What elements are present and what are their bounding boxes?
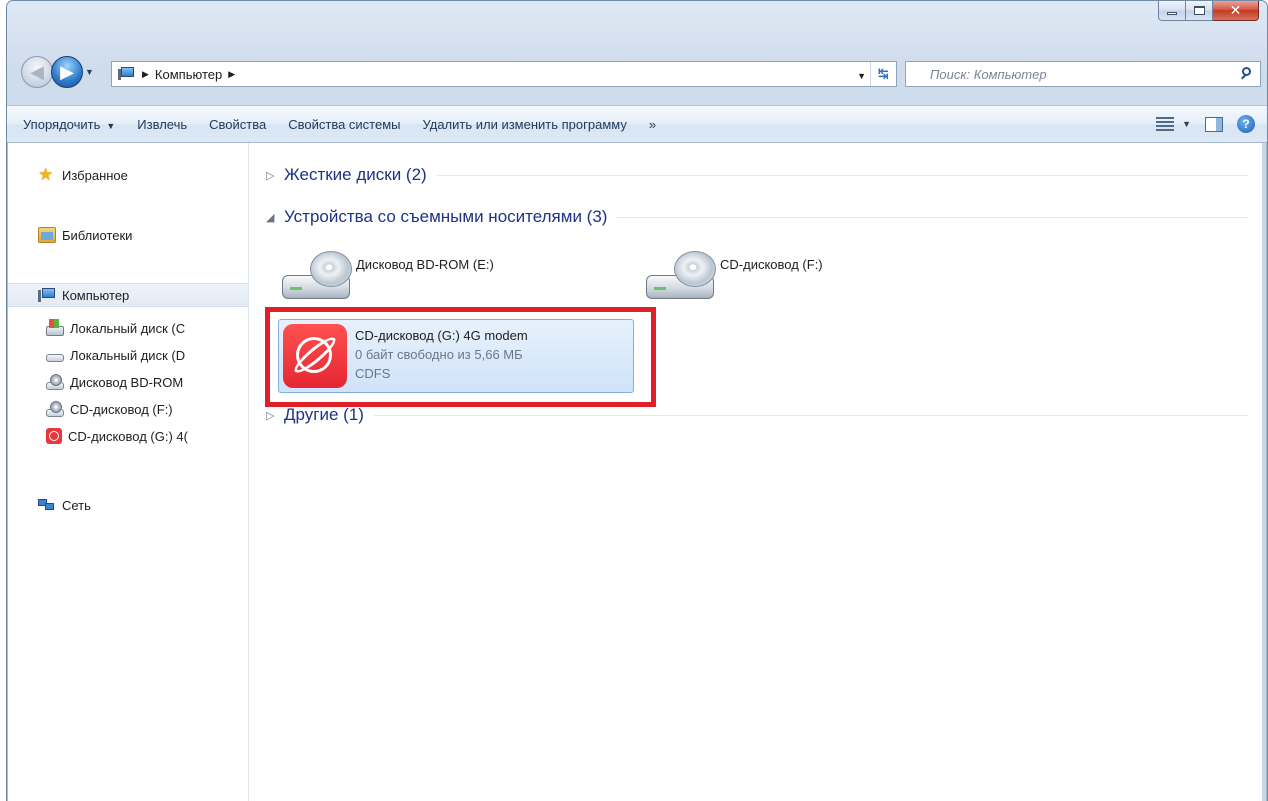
device-tile-cd-g-modem[interactable]: CD-дисковод (G:) 4G modem 0 байт свободн…: [278, 319, 634, 393]
modem-app-icon: [283, 324, 347, 388]
sidebar-item-favorites[interactable]: ★ Избранное: [8, 163, 248, 187]
device-filesystem: CDFS: [355, 366, 391, 381]
back-arrow-icon: ◀: [30, 61, 44, 82]
group-header-hard-disks[interactable]: ▷ Жесткие диски (2): [266, 163, 1248, 187]
sidebar-item-label: CD-дисковод (F:): [70, 401, 173, 417]
modem-icon: [46, 428, 62, 444]
address-dropdown-icon[interactable]: ▼: [857, 71, 866, 81]
sidebar-item-network[interactable]: Сеть: [8, 493, 248, 517]
sidebar-item-label: Сеть: [62, 497, 91, 513]
optical-drive-icon: [46, 400, 64, 417]
caption-buttons: ✕: [1158, 1, 1259, 21]
group-title: Устройства со съемными носителями (3): [284, 207, 608, 226]
sidebar-item-local-disk-c[interactable]: Локальный диск (C: [8, 316, 248, 340]
back-button[interactable]: ◀: [21, 56, 53, 88]
eject-button[interactable]: Извлечь: [137, 117, 209, 132]
forward-arrow-icon: ▶: [60, 61, 74, 82]
expand-triangle-icon: ▷: [266, 169, 275, 182]
file-list: ▷ Жесткие диски (2) ◢ Устройства со съем…: [250, 143, 1266, 801]
group-header-other[interactable]: ▷ Другие (1): [266, 403, 1248, 427]
more-commands-button[interactable]: »: [649, 117, 678, 132]
change-view-icon[interactable]: [1156, 117, 1175, 131]
address-bar[interactable]: ▶ Компьютер ▶ ▼ ↹: [111, 61, 897, 87]
network-icon: [38, 497, 56, 513]
optical-drive-icon: [642, 249, 718, 305]
system-disk-icon: [46, 319, 64, 336]
navigation-pane: ★ Избранное Библиотеки Компьютер Локальн…: [8, 143, 249, 801]
organize-button[interactable]: Упорядочить ▼: [7, 117, 137, 132]
sidebar-item-label: Локальный диск (C: [70, 320, 186, 336]
device-tile-cd-f[interactable]: CD-дисковод (F:): [642, 243, 823, 315]
device-name: CD-дисковод (F:): [720, 257, 823, 272]
breadcrumb-separator-icon[interactable]: ▶: [228, 69, 235, 80]
collapse-triangle-icon: ◢: [266, 211, 275, 224]
sidebar-item-cd-f[interactable]: CD-дисковод (F:): [8, 397, 248, 421]
group-divider: [436, 174, 1248, 176]
expand-triangle-icon: ▷: [266, 409, 275, 422]
hard-disk-icon: [46, 354, 64, 362]
libraries-icon: [38, 227, 56, 243]
star-icon: ★: [38, 165, 54, 184]
device-tile-bd-rom[interactable]: Дисковод BD-ROM (E:): [278, 243, 494, 315]
close-button[interactable]: ✕: [1213, 1, 1259, 21]
search-icon[interactable]: [1236, 62, 1260, 86]
sidebar-item-label: Библиотеки: [62, 227, 133, 243]
device-name: CD-дисковод (G:) 4G modem: [355, 328, 528, 343]
sidebar-item-cd-g-modem[interactable]: CD-дисковод (G:) 4(: [8, 424, 248, 448]
group-title: Жесткие диски (2): [284, 165, 427, 184]
navigation-bar: ◀ ▶ ▼ ▶ Компьютер ▶ ▼ ↹ Поиск: Компьютер: [7, 53, 1267, 93]
device-name: Дисковод BD-ROM (E:): [356, 257, 494, 272]
minimize-icon: [1167, 12, 1177, 15]
sidebar-item-local-disk-d[interactable]: Локальный диск (D: [8, 343, 248, 367]
command-bar: Упорядочить ▼ Извлечь Свойства Свойства с…: [7, 105, 1267, 143]
breadcrumb-separator-icon[interactable]: ▶: [142, 69, 149, 80]
explorer-window: ✕ ◀ ▶ ▼ ▶ Компьютер ▶ ▼ ↹ Поиск: Компьют…: [6, 0, 1268, 801]
computer-icon: [118, 67, 136, 81]
group-divider: [617, 216, 1248, 218]
device-free-space: 0 байт свободно из 5,66 МБ: [355, 347, 523, 362]
refresh-icon: ↹: [878, 66, 889, 81]
close-icon: ✕: [1229, 2, 1242, 18]
optical-drive-icon: [278, 249, 354, 305]
minimize-button[interactable]: [1158, 1, 1186, 21]
recent-pages-button[interactable]: ▼: [85, 67, 94, 77]
sidebar-item-label: CD-дисковод (G:) 4(: [68, 428, 188, 444]
window-border: [1262, 143, 1266, 801]
search-box[interactable]: Поиск: Компьютер: [905, 61, 1261, 87]
chevron-down-icon: ▼: [85, 67, 94, 77]
refresh-button[interactable]: ↹: [870, 62, 896, 86]
optical-drive-icon: [46, 373, 64, 390]
group-header-removable[interactable]: ◢ Устройства со съемными носителями (3): [266, 205, 1248, 229]
help-icon[interactable]: ?: [1237, 115, 1255, 133]
sidebar-item-bd-rom[interactable]: Дисковод BD-ROM: [8, 370, 248, 394]
properties-button[interactable]: Свойства: [209, 117, 288, 132]
content-area: ★ Избранное Библиотеки Компьютер Локальн…: [7, 143, 1267, 801]
sidebar-item-label: Компьютер: [62, 287, 130, 303]
organize-label: Упорядочить: [23, 116, 101, 132]
computer-icon: [38, 287, 56, 303]
system-properties-button[interactable]: Свойства системы: [288, 117, 422, 132]
sidebar-item-label: Избранное: [62, 167, 128, 183]
preview-pane-icon[interactable]: [1205, 116, 1223, 132]
breadcrumb-computer[interactable]: Компьютер: [155, 67, 222, 82]
sidebar-item-label: Дисковод BD-ROM: [70, 374, 184, 390]
sidebar-item-computer[interactable]: Компьютер: [8, 283, 248, 307]
search-input[interactable]: Поиск: Компьютер: [906, 67, 1236, 82]
maximize-icon: [1193, 6, 1205, 15]
group-title: Другие (1): [284, 405, 364, 424]
view-controls: ▼ ?: [1156, 106, 1255, 142]
sidebar-item-libraries[interactable]: Библиотеки: [8, 223, 248, 247]
maximize-button[interactable]: [1186, 1, 1213, 21]
chevron-down-icon: ▼: [106, 120, 116, 131]
sidebar-item-label: Локальный диск (D: [70, 347, 186, 363]
view-dropdown-icon[interactable]: ▼: [1182, 119, 1191, 129]
uninstall-program-button[interactable]: Удалить или изменить программу: [423, 117, 649, 132]
forward-button[interactable]: ▶: [51, 56, 83, 88]
group-divider: [373, 414, 1248, 416]
